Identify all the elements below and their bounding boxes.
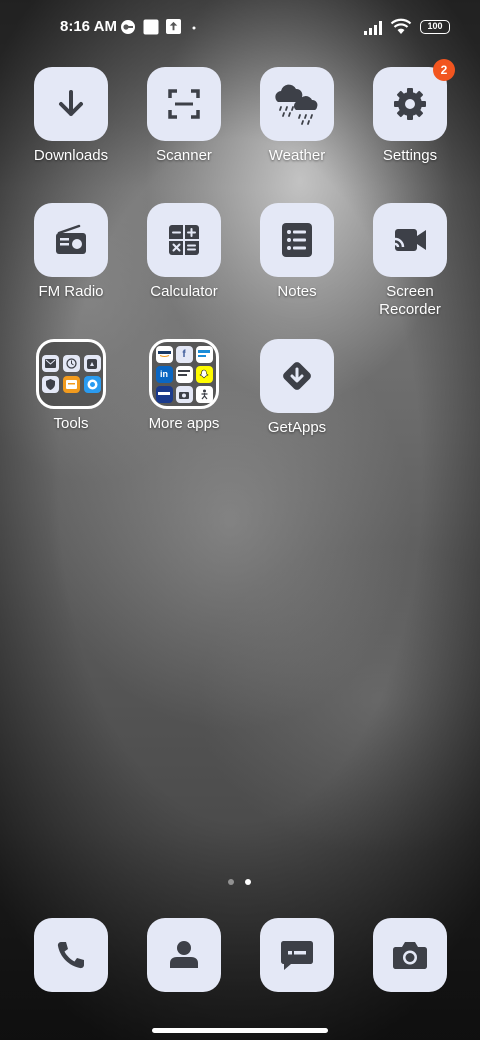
rain-cloud-icon <box>260 67 334 141</box>
dock-camera[interactable] <box>373 918 447 992</box>
status-bar: 8:16 AM 100 <box>0 0 480 56</box>
mini-mail-icon <box>41 355 59 372</box>
mini-clock-icon <box>62 355 80 372</box>
app-downloads[interactable]: Downloads <box>15 67 127 165</box>
app-label: More apps <box>148 415 220 432</box>
dot-icon <box>192 26 196 30</box>
phone-icon <box>57 942 84 969</box>
battery-icon: 100 <box>420 20 450 34</box>
blank-square-notification-icon <box>143 19 159 35</box>
home-indicator[interactable] <box>152 1028 328 1033</box>
dock-phone[interactable] <box>34 918 108 992</box>
app-calculator[interactable]: Calculator <box>128 203 240 301</box>
mini-shield-icon <box>41 376 59 393</box>
mini-booking-icon <box>155 385 173 403</box>
app-getapps[interactable]: GetApps <box>241 339 353 437</box>
mini-snapchat-icon <box>195 365 213 383</box>
app-label: Downloads <box>33 147 109 164</box>
status-time: 8:16 AM <box>60 18 117 35</box>
mini-compass-icon <box>83 355 101 372</box>
download-arrow-icon <box>34 67 108 141</box>
app-notes[interactable]: Notes <box>241 203 353 301</box>
video-camera-icon <box>373 203 447 277</box>
messages-icon <box>281 941 313 970</box>
app-label: Weather <box>268 147 326 164</box>
scan-frame-icon <box>147 67 221 141</box>
app-scanner[interactable]: Scanner <box>128 67 240 165</box>
notification-badge: 2 <box>433 59 455 81</box>
app-label: Settings <box>382 147 438 164</box>
mini-camera-icon <box>175 385 193 403</box>
dock-messages[interactable] <box>260 918 334 992</box>
app-label: Tools <box>53 415 89 432</box>
getapps-diamond-icon <box>260 339 334 413</box>
mini-browser-icon <box>83 376 101 393</box>
app-weather[interactable]: Weather <box>241 67 353 165</box>
app-label: Calculator <box>150 283 218 300</box>
dock-contacts[interactable] <box>147 918 221 992</box>
mini-office-icon <box>175 365 193 383</box>
wifi-icon <box>390 18 412 34</box>
contacts-icon <box>170 941 198 968</box>
page-indicator <box>228 879 252 887</box>
signal-icon <box>364 21 382 35</box>
camera-icon <box>393 942 427 969</box>
calculator-icon <box>147 203 221 277</box>
vpn-key-icon <box>121 20 135 34</box>
list-notes-icon <box>260 203 334 277</box>
app-label: FM Radio <box>38 283 104 300</box>
page-dot[interactable] <box>228 879 234 885</box>
app-label: GetApps <box>267 419 327 436</box>
mini-facebook-icon: f <box>175 345 193 363</box>
app-label: Screen Recorder <box>379 283 441 318</box>
app-label: Notes <box>277 283 317 300</box>
folder-icon <box>36 339 106 409</box>
app-label: Scanner <box>156 147 212 164</box>
mini-amazon-icon <box>155 345 173 363</box>
folder-icon: f in <box>149 339 219 409</box>
upload-notification-icon <box>166 19 181 34</box>
app-screen-recorder[interactable]: Screen Recorder <box>354 203 466 319</box>
folder-tools[interactable]: Tools <box>15 339 127 433</box>
mini-fitness-icon <box>195 385 213 403</box>
mini-prime-icon <box>195 345 213 363</box>
app-settings[interactable]: 2 Settings <box>354 59 466 165</box>
mini-files-icon <box>62 376 80 393</box>
gear-icon: 2 <box>373 59 455 141</box>
radio-icon <box>34 203 108 277</box>
page-dot-active[interactable] <box>245 879 251 885</box>
mini-linkedin-icon: in <box>155 365 173 383</box>
folder-more-apps[interactable]: f in More apps <box>128 339 240 433</box>
app-fm-radio[interactable]: FM Radio <box>15 203 127 301</box>
